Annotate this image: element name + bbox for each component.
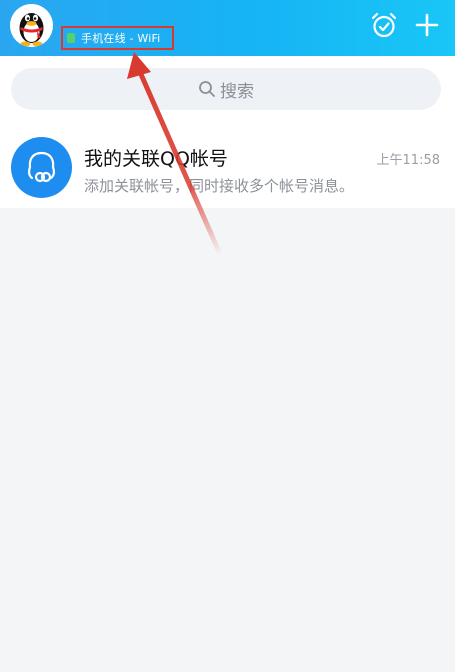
conversation-title: 我的关联QQ帐号	[84, 148, 228, 170]
search-section: 搜索	[0, 56, 455, 118]
top-bar: 手机在线 - WiFi	[0, 0, 455, 56]
online-status-label: 手机在线 - WiFi	[81, 32, 161, 45]
search-icon	[199, 81, 215, 97]
search-placeholder: 搜索	[220, 81, 254, 102]
search-input[interactable]: 搜索	[11, 68, 441, 110]
phone-status-icon	[67, 33, 75, 43]
qq-penguin-icon	[10, 4, 53, 47]
alarm-button[interactable]	[370, 11, 398, 39]
plus-icon	[415, 13, 439, 37]
add-button[interactable]	[413, 11, 441, 39]
conversation-preview: 添加关联帐号，同时接收多个帐号消息。	[84, 177, 355, 195]
list-item[interactable]: 我的关联QQ帐号 上午11:58 添加关联帐号，同时接收多个帐号消息。	[0, 118, 455, 208]
conversation-time: 上午11:58	[376, 153, 440, 168]
linked-account-avatar	[11, 137, 72, 198]
online-status[interactable]: 手机在线 - WiFi	[61, 26, 174, 50]
profile-avatar[interactable]	[10, 4, 53, 47]
linked-account-icon	[28, 151, 55, 183]
alarm-clock-icon	[371, 12, 397, 38]
